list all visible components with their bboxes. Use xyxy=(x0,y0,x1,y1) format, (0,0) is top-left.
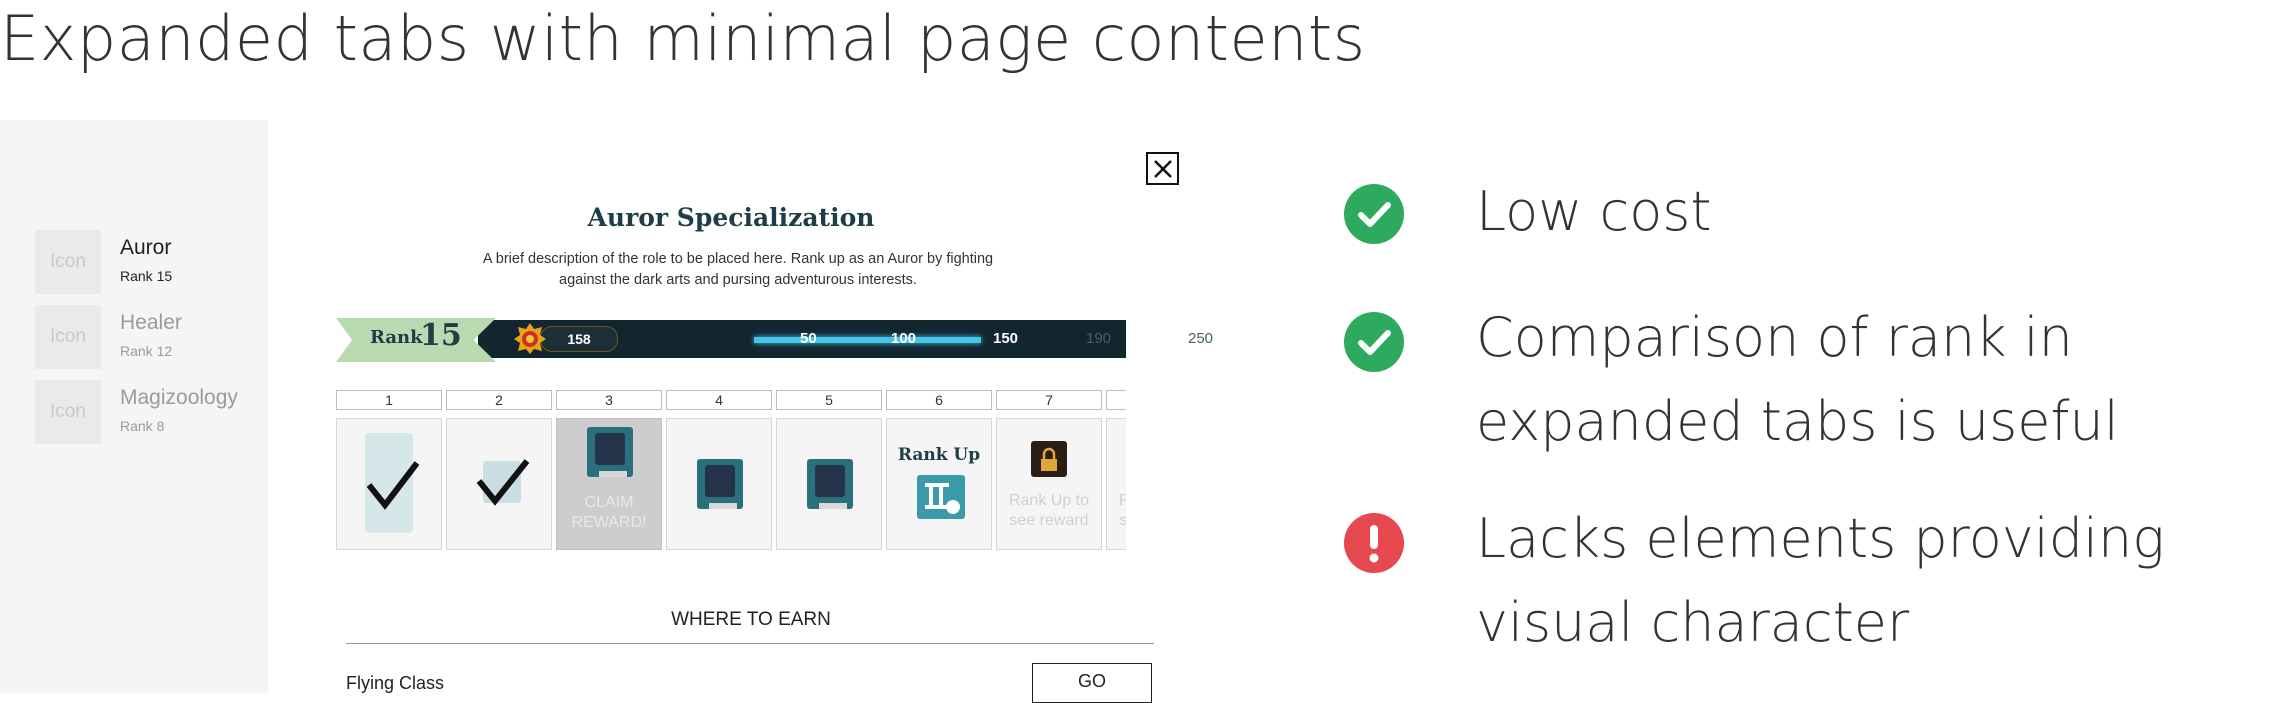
locked-reward-label: Rank Up to see reward xyxy=(1118,492,1126,529)
sidebar-item-rank: Rank 12 xyxy=(120,343,173,359)
auror-icon: Icon xyxy=(35,230,101,294)
rank-progress-fill xyxy=(754,337,981,343)
reward-column-number xyxy=(1106,390,1126,410)
close-icon xyxy=(1153,159,1172,178)
panel-title: Auror Specialization xyxy=(587,203,875,232)
milestone-label: 190 xyxy=(1086,330,1112,347)
feedback-item-text: Low cost xyxy=(1476,180,1712,243)
healer-icon: Icon xyxy=(35,305,101,369)
locked-reward-label: Rank Up to see reward xyxy=(1008,492,1090,529)
close-button[interactable] xyxy=(1146,152,1179,185)
page-title: Expanded tabs with minimal page contents xyxy=(0,2,1366,75)
checkmark-icon xyxy=(476,459,530,506)
milestone-label: 50 xyxy=(800,330,817,347)
earn-source-label: Flying Class xyxy=(346,673,445,693)
reward-column-number: 3 xyxy=(556,390,662,410)
milestone-label: 150 xyxy=(993,330,1019,347)
reward-column-number: 5 xyxy=(776,390,882,410)
sidebar-item-rank: Rank 15 xyxy=(120,268,173,284)
claim-reward-label: CLAIM REWARD! xyxy=(571,494,647,531)
reward-column-number: 2 xyxy=(446,390,552,410)
feedback-item-text: Comparison of rank in expanded tabs is u… xyxy=(1476,306,2119,453)
sidebar-item-auror[interactable]: Icon Auror Rank 15 xyxy=(35,230,255,294)
reward-card[interactable] xyxy=(666,418,772,550)
book-icon xyxy=(697,459,743,509)
milestone-label: 250 xyxy=(1188,330,1214,347)
sidebar-item-label: Magizoology xyxy=(120,386,238,409)
magizoology-icon: Icon xyxy=(35,380,101,444)
sidebar-item-rank: Rank 8 xyxy=(120,418,165,434)
go-button[interactable]: GO xyxy=(1032,663,1152,703)
claim-reward-button[interactable]: CLAIM REWARD! xyxy=(556,418,662,550)
reward-column-number: 6 xyxy=(886,390,992,410)
locked-reward-card[interactable]: Rank Up to see reward xyxy=(1106,418,1126,550)
rank-up-card[interactable]: Rank Up xyxy=(886,418,992,550)
book-icon xyxy=(807,459,853,509)
panel-description: A brief description of the role to be pl… xyxy=(482,251,994,288)
sidebar-item-magizoology[interactable]: Icon Magizoology Rank 8 xyxy=(35,380,255,444)
rank-number: 15 xyxy=(420,318,462,353)
reward-track: 1 2 3 CLAIM REWARD! 4 5 6 Rank Up 7 Rank… xyxy=(336,390,1126,550)
checkmark-icon xyxy=(366,461,420,510)
rank-label: Rank xyxy=(370,327,423,348)
rank-progress-bar: 50 100 150 190 250 Rank 15 xyxy=(336,318,1213,362)
locked-reward-card[interactable]: Rank Up to see reward xyxy=(996,418,1102,550)
milestone-label: 100 xyxy=(891,330,917,347)
divider xyxy=(346,643,1154,644)
feedback-item-text: Lacks elements providing visual characte… xyxy=(1476,507,2165,654)
where-to-earn-heading: WHERE TO EARN xyxy=(671,609,831,630)
reward-card[interactable] xyxy=(446,418,552,550)
pillar-icon xyxy=(917,475,965,519)
check-circle-icon xyxy=(1344,312,1404,372)
exclamation-circle-icon xyxy=(1344,513,1404,573)
crest-icon xyxy=(514,323,546,354)
reward-card[interactable] xyxy=(336,418,442,550)
check-circle-icon xyxy=(1344,184,1404,244)
xp-badge: 158 xyxy=(540,326,618,352)
sidebar: Icon Auror Rank 15 Icon Healer Rank 12 I… xyxy=(0,120,268,693)
sidebar-item-label: Auror xyxy=(120,236,172,259)
reward-card[interactable] xyxy=(776,418,882,550)
sidebar-item-label: Healer xyxy=(120,311,182,334)
reward-column-number: 1 xyxy=(336,390,442,410)
reward-column-number: 4 xyxy=(666,390,772,410)
sidebar-item-healer[interactable]: Icon Healer Rank 12 xyxy=(35,305,255,369)
reward-column-number: 7 xyxy=(996,390,1102,410)
